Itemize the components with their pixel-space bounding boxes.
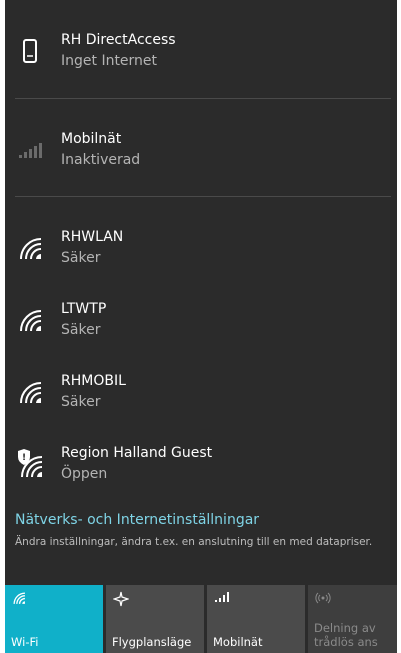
network-name: Region Halland Guest bbox=[61, 445, 213, 461]
network-status: Öppen bbox=[61, 466, 108, 482]
network-name: RHWLAN bbox=[61, 229, 124, 245]
network-flyout: RH DirectAccess Inget Internet Mobilnät … bbox=[5, 0, 397, 653]
wifi-icon bbox=[12, 591, 26, 608]
cellular-signal-icon bbox=[214, 591, 230, 606]
cellular-toggle-tile[interactable]: Mobilnät bbox=[207, 585, 305, 653]
network-item-ltwtp[interactable]: LTWTP Säker bbox=[5, 297, 397, 357]
mobile-hotspot-tile[interactable]: Delning av trådlös ans bbox=[308, 585, 397, 653]
network-name: RH DirectAccess bbox=[61, 32, 176, 48]
wifi-shield-icon: ! bbox=[15, 449, 45, 479]
hotspot-icon bbox=[315, 591, 331, 608]
tile-label: Wi-Fi bbox=[11, 635, 39, 649]
network-item-region-halland-guest[interactable]: ! Region Halland Guest Öppen bbox=[5, 441, 397, 501]
svg-text:!: ! bbox=[22, 453, 26, 463]
network-status: Säker bbox=[61, 394, 101, 410]
network-status: Säker bbox=[61, 322, 101, 338]
cellular-signal-icon bbox=[15, 135, 45, 165]
network-name: RHMOBIL bbox=[61, 373, 126, 389]
tile-label: Mobilnät bbox=[213, 635, 263, 649]
network-item-rhmobil[interactable]: RHMOBIL Säker bbox=[5, 369, 397, 429]
airplane-mode-tile[interactable]: Flygplansläge bbox=[106, 585, 204, 653]
network-name: Mobilnät bbox=[61, 131, 122, 147]
tile-label: Delning av trådlös ans bbox=[314, 621, 378, 649]
network-status: Säker bbox=[61, 250, 101, 266]
divider bbox=[15, 98, 391, 99]
network-item-mobilnat[interactable]: Mobilnät Inaktiverad bbox=[5, 127, 397, 187]
network-settings-description: Ändra inställningar, ändra t.ex. en ansl… bbox=[15, 536, 373, 548]
network-item-rhwlan[interactable]: RHWLAN Säker bbox=[5, 225, 397, 285]
wifi-icon bbox=[15, 305, 45, 335]
network-name: LTWTP bbox=[61, 301, 107, 317]
wifi-icon bbox=[15, 233, 45, 263]
wifi-toggle-tile[interactable]: Wi-Fi bbox=[5, 585, 103, 653]
tile-label: Flygplansläge bbox=[112, 635, 192, 649]
network-status: Inaktiverad bbox=[61, 152, 141, 168]
phone-device-icon bbox=[15, 36, 45, 66]
wifi-icon bbox=[15, 377, 45, 407]
network-item-rh-directaccess[interactable]: RH DirectAccess Inget Internet bbox=[5, 28, 397, 88]
network-status: Inget Internet bbox=[61, 53, 158, 69]
network-settings-link[interactable]: Nätverks- och Internetinställningar bbox=[15, 512, 259, 528]
divider bbox=[15, 196, 391, 197]
airplane-icon bbox=[112, 591, 130, 610]
